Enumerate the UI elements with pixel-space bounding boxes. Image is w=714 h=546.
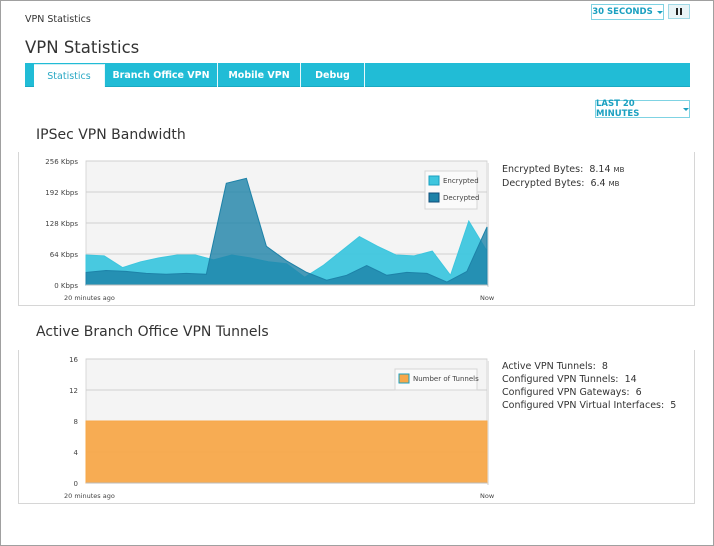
tab-label: Branch Office VPN [112, 69, 210, 81]
active-vpn-tunnels-stat: Active VPN Tunnels: 8 [502, 360, 676, 373]
stat-label: Decrypted Bytes: [502, 178, 585, 189]
refresh-interval-label: 30 SECONDS [592, 7, 653, 17]
y-tick-label: 0 [74, 480, 78, 488]
configured-vpn-tunnels-stat: Configured VPN Tunnels: 14 [502, 373, 676, 386]
stat-value: 6.4 [590, 178, 606, 189]
legend-label: Number of Tunnels [413, 375, 479, 383]
legend-label: Encrypted [443, 177, 479, 185]
y-tick-label: 128 Kbps [45, 220, 78, 228]
y-tick-label: 12 [69, 387, 78, 395]
legend-label: Decrypted [443, 194, 480, 202]
stat-label: Configured VPN Virtual Interfaces: [502, 400, 665, 411]
series-area-number-of-tunnels [85, 420, 488, 484]
y-tick-label: 4 [74, 449, 79, 457]
stat-value: 5 [670, 400, 677, 411]
tab-statistics[interactable]: Statistics [34, 64, 105, 87]
stat-value: 8.14 [589, 164, 611, 175]
pause-icon-bar [680, 8, 682, 15]
caret-down-icon [683, 107, 689, 111]
stat-label: Configured VPN Gateways: [502, 387, 630, 398]
x-tick-label: 20 minutes ago [64, 294, 115, 302]
tab-label: Statistics [47, 70, 91, 82]
bandwidth-chart: 0 Kbps 64 Kbps 128 Kbps 192 Kbps 256 Kbps 20 … [45, 158, 495, 302]
configured-vpn-virtual-interfaces-stat: Configured VPN Virtual Interfaces: 5 [502, 399, 676, 412]
tab-label: Debug [315, 69, 350, 81]
tunnels-stats: Active VPN Tunnels: 8 Configured VPN Tun… [502, 360, 676, 412]
tab-bar: Statistics Branch Office VPN Mobile VPN … [25, 63, 690, 87]
tab-branch-office-vpn[interactable]: Branch Office VPN [105, 63, 218, 87]
bandwidth-stats: Encrypted Bytes: 8.14 MB Decrypted Bytes… [502, 163, 624, 191]
stat-value: 14 [624, 374, 637, 385]
tab-debug[interactable]: Debug [301, 63, 365, 87]
bandwidth-section-title: IPSec VPN Bandwidth [36, 127, 186, 143]
pause-button[interactable] [668, 4, 690, 19]
stat-label: Configured VPN Tunnels: [502, 374, 619, 385]
x-tick-label: Now [480, 294, 495, 302]
refresh-interval-dropdown[interactable]: 30 SECONDS [591, 4, 664, 20]
tab-label: Mobile VPN [228, 69, 290, 81]
y-tick-label: 16 [69, 356, 78, 364]
encrypted-bytes-stat: Encrypted Bytes: 8.14 MB [502, 163, 624, 177]
time-range-dropdown[interactable]: LAST 20 MINUTES [595, 99, 690, 119]
stat-label: Encrypted Bytes: [502, 164, 584, 175]
breadcrumb: VPN Statistics [25, 14, 91, 25]
y-tick-label: 64 Kbps [50, 251, 79, 259]
decrypted-bytes-stat: Decrypted Bytes: 6.4 MB [502, 177, 624, 191]
stat-label: Active VPN Tunnels: [502, 361, 596, 372]
tunnels-section-title: Active Branch Office VPN Tunnels [36, 324, 269, 340]
x-tick-label: 20 minutes ago [64, 492, 115, 500]
stat-value: 8 [601, 361, 608, 372]
y-tick-label: 8 [74, 418, 78, 426]
time-range-label: LAST 20 MINUTES [596, 99, 640, 119]
stat-unit: MB [608, 180, 620, 188]
legend-swatch [428, 192, 440, 203]
y-tick-label: 0 Kbps [54, 282, 78, 290]
configured-vpn-gateways-stat: Configured VPN Gateways: 6 [502, 386, 676, 399]
stat-unit: MB [613, 166, 625, 174]
x-tick-label: Now [480, 492, 495, 500]
y-tick-label: 256 Kbps [45, 158, 78, 166]
page-title: VPN Statistics [25, 38, 140, 57]
pause-icon-bar [676, 8, 678, 15]
legend-swatch [398, 373, 410, 384]
y-tick-label: 192 Kbps [45, 189, 78, 197]
tab-mobile-vpn[interactable]: Mobile VPN [218, 63, 301, 87]
stat-value: 6 [635, 387, 642, 398]
legend-swatch [428, 175, 440, 186]
caret-down-icon [656, 10, 663, 14]
tunnels-chart: 0 4 8 12 16 20 minutes ago Now Number of Tunnel… [64, 356, 495, 500]
